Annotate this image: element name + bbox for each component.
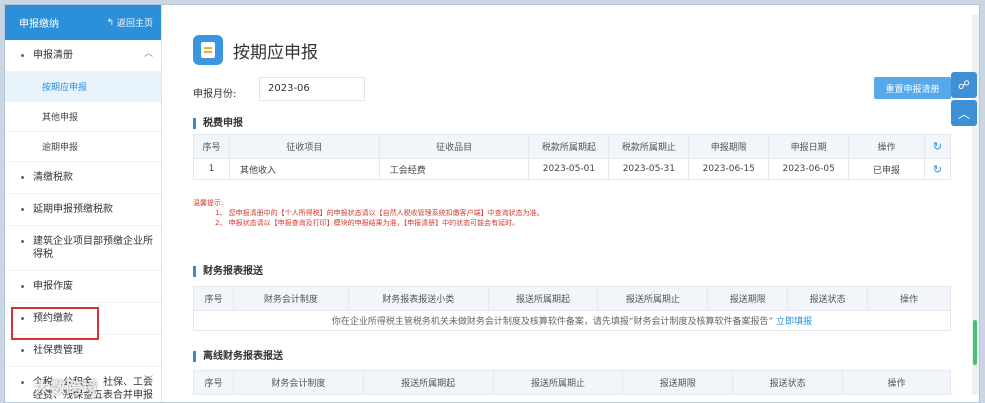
cell: 2023-05-31	[608, 158, 690, 180]
offline-section-title: 离线财务报表报送	[193, 351, 283, 362]
col-header: 税款所属期止	[608, 134, 690, 159]
col-header: 报送状态	[787, 286, 869, 311]
sidebar-item-label: 延期申报预缴税款	[33, 204, 113, 215]
row-refresh[interactable]: ↻	[923, 158, 952, 180]
month-input[interactable]: 2023-06	[259, 77, 365, 101]
logo-icon	[8, 375, 30, 397]
cell: 2023-06-05	[768, 158, 850, 180]
sidebar-sub-overdue[interactable]: 逾期申报	[5, 132, 161, 162]
main-content: 按期应申报 申报月份: 2023-06 重置申报清册 税费申报 序号 征收项目 …	[173, 17, 973, 402]
sidebar-item-void[interactable]: 申报作废	[5, 271, 161, 303]
col-header: 申报日期	[768, 134, 850, 159]
table-row: 1 其他收入 工会经费 2023-05-01 2023-05-31 2023-0…	[193, 158, 952, 180]
handshake-icon[interactable]: ☍	[951, 72, 977, 98]
sidebar-item-deferred[interactable]: 延期申报预缴税款	[5, 194, 161, 226]
page-title: 按期应申报	[233, 42, 318, 63]
reset-declare-list-button[interactable]: 重置申报清册	[874, 77, 951, 99]
fin-tip-text: 你在企业所得税主管税务机关未做财务会计制度及核算软件备案，请先填报“财务会计制度…	[331, 317, 774, 327]
sidebar-item-label: 建筑企业项目部预缴企业所得税	[33, 236, 153, 260]
col-header: 报送所属期止	[492, 370, 624, 395]
fin-table-header: 序号 财务会计制度 财务报表报送小类 报送所属期起 报送所属期止 报送期限 报送…	[193, 286, 951, 311]
fin-tip-cell: 你在企业所得税主管税务机关未做财务会计制度及核算软件备案，请先填报“财务会计制度…	[193, 310, 951, 331]
status-cell[interactable]: 已申报	[848, 158, 925, 180]
refresh-header[interactable]: ↻	[923, 134, 952, 159]
fill-now-link[interactable]: 立即填报	[776, 317, 812, 327]
chevron-up-icon[interactable]: ︿	[951, 100, 977, 126]
sidebar-item-clear-tax[interactable]: 清缴税款	[5, 162, 161, 194]
warning-title: 温馨提示:	[193, 199, 224, 207]
refresh-icon[interactable]: ↻	[933, 140, 942, 153]
sidebar-title: 申报缴纳	[19, 19, 59, 30]
sidebar-item-label: 社保费管理	[33, 345, 83, 356]
sidebar-item-label: 申报作废	[33, 281, 73, 292]
floating-toolbar: ☍ ︿	[951, 72, 981, 128]
col-header: 报送状态	[732, 370, 844, 395]
app-frame: 申报缴纳 ↰ 返回主页 申报清册 ︿ 按期应申报 其他申报 逾期申报 清缴税款 …	[4, 4, 980, 403]
cell: 2023-06-15	[688, 158, 770, 180]
sidebar-sub-periodic[interactable]: 按期应申报	[5, 72, 161, 102]
col-header: 序号	[193, 134, 230, 159]
offline-table-header: 序号 财务会计制度 报送所属期起 报送所属期止 报送期限 报送状态 操作	[193, 370, 951, 395]
bullet-icon	[21, 349, 24, 352]
col-header: 报送所属期止	[597, 286, 709, 311]
sidebar-item-declare-list[interactable]: 申报清册 ︿	[5, 40, 161, 72]
watermark-logo: 大数跨境	[8, 374, 98, 398]
col-header: 操作	[848, 134, 925, 159]
col-header: 报送所属期起	[362, 370, 494, 395]
tax-table: 序号 征收项目 征收品目 税款所属期起 税款所属期止 申报期限 申报日期 操作 …	[193, 134, 952, 180]
table-row: 你在企业所得税主管税务机关未做财务会计制度及核算软件备案，请先填报“财务会计制度…	[193, 310, 951, 331]
col-header: 税款所属期起	[528, 134, 610, 159]
cell: 1	[193, 158, 230, 180]
cell: 工会经费	[378, 158, 530, 180]
chevron-down-icon: ﹀	[143, 376, 153, 386]
bullet-icon	[21, 208, 24, 211]
page-header: 按期应申报	[193, 35, 318, 65]
watermark-text: 大数跨境	[34, 378, 99, 397]
back-home-button[interactable]: ↰ 返回主页	[106, 16, 153, 30]
back-arrow-icon: ↰	[106, 17, 114, 28]
sidebar-item-label: 清缴税款	[33, 172, 73, 183]
tax-section-title: 税费申报	[193, 118, 243, 129]
tax-table-header: 序号 征收项目 征收品目 税款所属期起 税款所属期止 申报期限 申报日期 操作 …	[193, 134, 952, 159]
chevron-up-icon: ︿	[143, 49, 153, 59]
col-header: 报送所属期起	[487, 286, 599, 311]
highlight-box	[11, 307, 99, 340]
warning-notice: 温馨提示: 1、 您申报清册中的【个人所得税】的申报状态请以【自然人税收管理系统…	[193, 198, 544, 228]
col-header: 征收品目	[378, 134, 530, 159]
fin-table: 序号 财务会计制度 财务报表报送小类 报送所属期起 报送所属期止 报送期限 报送…	[193, 286, 951, 331]
col-header: 操作	[867, 286, 951, 311]
col-header: 财务报表报送小类	[347, 286, 489, 311]
cell: 2023-05-01	[528, 158, 610, 180]
col-header: 财务会计制度	[232, 286, 349, 311]
col-header: 报送期限	[622, 370, 734, 395]
bullet-icon	[21, 54, 24, 57]
offline-table: 序号 财务会计制度 报送所属期起 报送所属期止 报送期限 报送状态 操作	[193, 370, 951, 395]
bullet-icon	[21, 176, 24, 179]
bullet-icon	[21, 240, 24, 243]
col-header: 申报期限	[688, 134, 770, 159]
col-header: 序号	[193, 286, 234, 311]
col-header: 征收项目	[228, 134, 380, 159]
warning-line: 2、 申报状态请以【申报查询及打印】模块的申报结果为准，【申报清册】中的状态可能…	[215, 219, 520, 227]
col-header: 财务会计制度	[232, 370, 364, 395]
col-header: 报送期限	[707, 286, 789, 311]
sidebar-item-construction[interactable]: 建筑企业项目部预缴企业所得税	[5, 226, 161, 271]
col-header: 操作	[842, 370, 951, 395]
sidebar: 申报缴纳 ↰ 返回主页 申报清册 ︿ 按期应申报 其他申报 逾期申报 清缴税款 …	[5, 5, 162, 402]
sidebar-sub-other[interactable]: 其他申报	[5, 102, 161, 132]
month-label: 申报月份:	[193, 89, 237, 100]
fin-section-title: 财务报表报送	[193, 266, 263, 277]
cell: 其他收入	[228, 158, 380, 180]
col-header: 序号	[193, 370, 234, 395]
refresh-icon[interactable]: ↻	[933, 163, 942, 176]
sidebar-item-label: 申报清册	[33, 50, 73, 61]
scrollbar-thumb[interactable]	[973, 320, 977, 365]
warning-line: 1、 您申报清册中的【个人所得税】的申报状态请以【自然人税收管理系统扣缴客户端】…	[215, 209, 544, 217]
document-icon	[193, 35, 223, 65]
back-home-label: 返回主页	[116, 19, 153, 29]
sidebar-header: 申报缴纳 ↰ 返回主页	[5, 5, 161, 40]
bullet-icon	[21, 285, 24, 288]
